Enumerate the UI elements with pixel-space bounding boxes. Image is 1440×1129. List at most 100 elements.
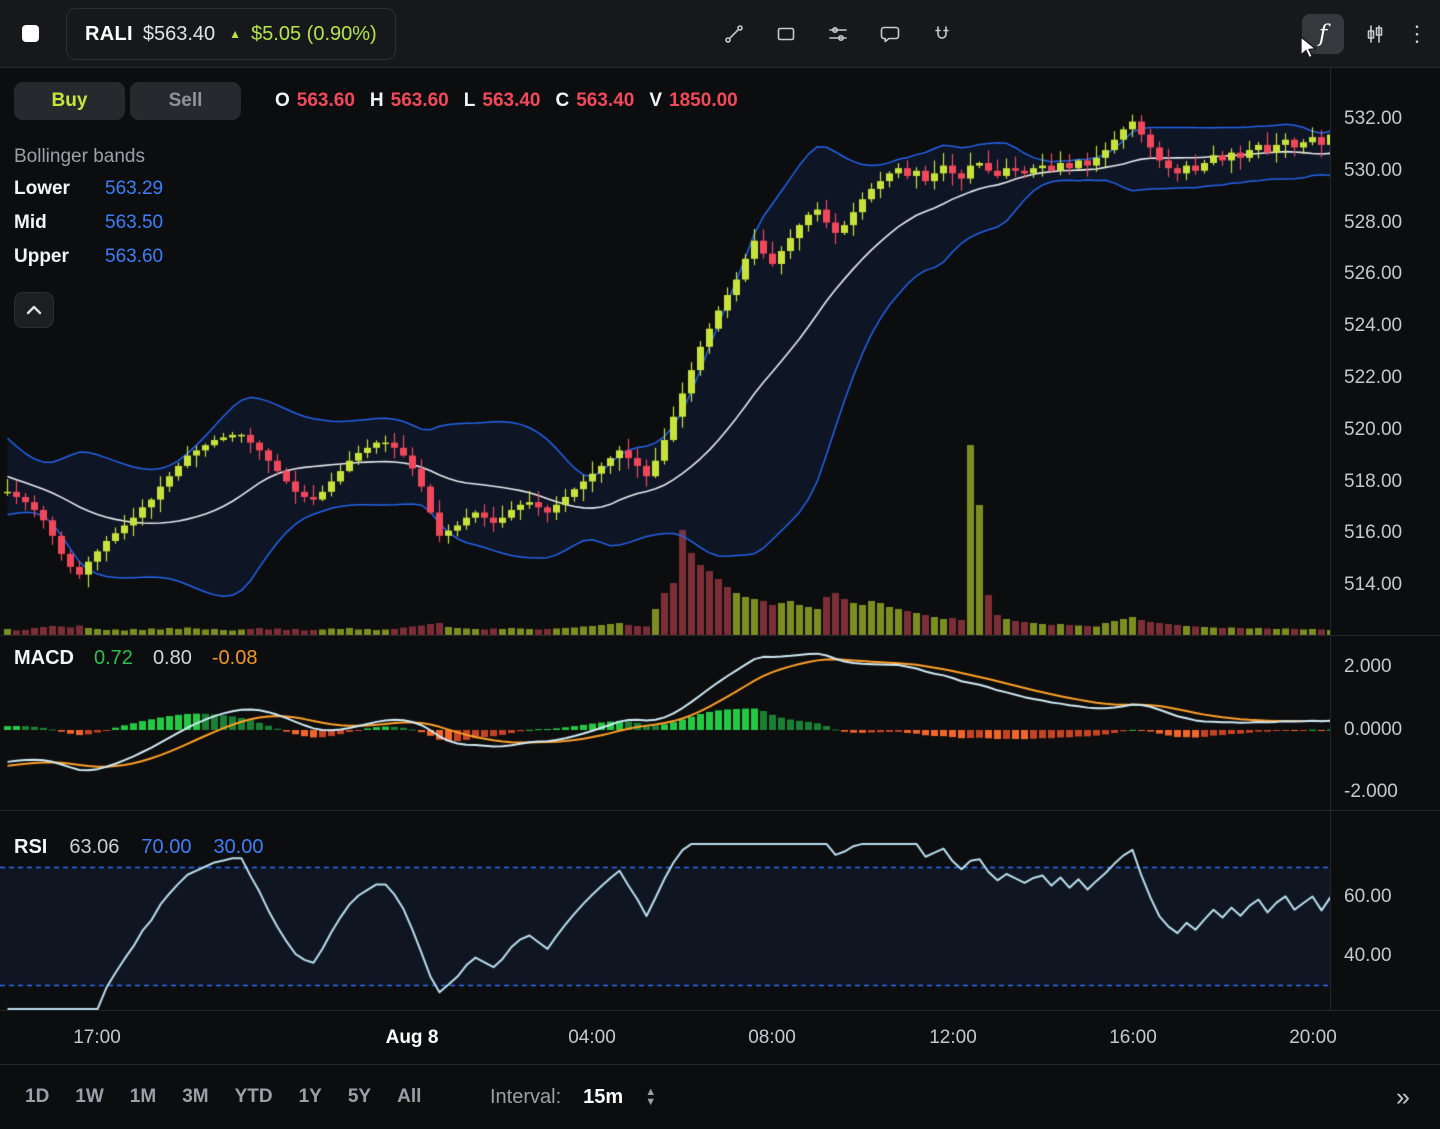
volume-label: V (649, 90, 662, 112)
price-tick: 530.00 (1344, 160, 1402, 182)
close-value: 563.40 (576, 90, 634, 112)
time-label: 17:00 (73, 1027, 121, 1049)
macd-panel-separator (0, 635, 1440, 636)
macd-tick: -2.000 (1344, 781, 1398, 803)
symbol-price: $563.40 (143, 23, 215, 46)
range-5y-button[interactable]: 5Y (339, 1080, 380, 1114)
price-tick: 532.00 (1344, 108, 1402, 130)
bollinger-mid-value: 563.50 (105, 212, 163, 234)
macd-tick: 2.000 (1344, 656, 1392, 678)
drawing-toolbar (715, 0, 961, 67)
range-selector: 1D 1W 1M 3M YTD 1Y 5Y All (16, 1080, 430, 1114)
low-value: 563.40 (482, 90, 540, 112)
range-3m-button[interactable]: 3M (173, 1080, 217, 1114)
trade-buttons: Buy Sell (14, 82, 241, 120)
price-tick: 520.00 (1344, 419, 1402, 441)
bollinger-mid-row: Mid 563.50 (14, 206, 163, 240)
bollinger-legend: Bollinger bands Lower 563.29 Mid 563.50 … (14, 146, 163, 274)
bollinger-mid-label: Mid (14, 212, 105, 234)
price-tick: 526.00 (1344, 263, 1402, 285)
comment-tool-button[interactable] (871, 15, 909, 53)
macd-tick: 0.0000 (1344, 719, 1402, 741)
interval-label: Interval: (490, 1086, 561, 1109)
macd-title: MACD (14, 647, 74, 670)
range-1d-button[interactable]: 1D (16, 1080, 58, 1114)
comment-icon (879, 23, 901, 45)
time-label: 04:00 (568, 1027, 616, 1049)
range-1m-button[interactable]: 1M (121, 1080, 165, 1114)
rsi-oversold-value: 30.00 (213, 836, 263, 859)
time-label: 08:00 (748, 1027, 796, 1049)
rsi-overbought-value: 70.00 (141, 836, 191, 859)
high-value: 563.60 (391, 90, 449, 112)
up-triangle-icon: ▲ (229, 27, 241, 41)
bollinger-lower-value: 563.29 (105, 178, 163, 200)
sell-button[interactable]: Sell (130, 82, 241, 120)
range-all-button[interactable]: All (388, 1080, 430, 1114)
close-label: C (556, 90, 570, 112)
open-value: 563.60 (297, 90, 355, 112)
footer-bar: 1D 1W 1M 3M YTD 1Y 5Y All Interval: 15m … (0, 1065, 1440, 1129)
price-tick: 516.00 (1344, 522, 1402, 544)
symbol-name: RALI (85, 23, 133, 46)
more-menu-button[interactable]: ⋮ (1406, 21, 1426, 47)
interval-stepper[interactable]: ▲ ▼ (645, 1088, 656, 1107)
main-chart-canvas[interactable] (0, 68, 1330, 1013)
bollinger-upper-value: 563.60 (105, 246, 163, 268)
magnet-icon (931, 23, 953, 45)
trendline-tool-button[interactable] (715, 15, 753, 53)
rsi-title: RSI (14, 836, 47, 859)
price-tick: 522.00 (1344, 367, 1402, 389)
rsi-value: 63.06 (69, 836, 119, 859)
magnet-tool-button[interactable] (923, 15, 961, 53)
right-toolbar: f ⋮ (1302, 0, 1426, 67)
range-1y-button[interactable]: 1Y (290, 1080, 331, 1114)
buy-button[interactable]: Buy (14, 82, 125, 120)
candles-icon (1364, 23, 1386, 45)
macd-legend: MACD 0.72 0.80 -0.08 (14, 647, 257, 670)
open-label: O (275, 90, 290, 112)
bollinger-lower-label: Lower (14, 178, 105, 200)
bollinger-upper-label: Upper (14, 246, 105, 268)
price-tick: 518.00 (1344, 471, 1402, 493)
footer-separator (0, 1064, 1440, 1065)
interval-control: Interval: 15m ▲ ▼ (490, 1086, 656, 1109)
time-label: 16:00 (1109, 1027, 1157, 1049)
stop-square-icon (22, 25, 39, 42)
high-label: H (370, 90, 384, 112)
top-toolbar: RALI $563.40 ▲ $5.05 (0.90%) f (0, 0, 1440, 68)
rsi-tick: 60.00 (1344, 886, 1392, 908)
range-ytd-button[interactable]: YTD (226, 1080, 282, 1114)
collapse-panel-button[interactable] (14, 292, 54, 328)
price-axis-separator (1330, 68, 1331, 1010)
expand-panel-button[interactable]: » (1382, 1077, 1424, 1117)
symbol-chip[interactable]: RALI $563.40 ▲ $5.05 (0.90%) (66, 8, 396, 60)
macd-histogram-value: -0.08 (212, 647, 258, 670)
rectangle-icon (775, 23, 797, 45)
formula-indicators-button[interactable]: f (1302, 14, 1344, 54)
price-tick: 514.00 (1344, 574, 1402, 596)
time-label: 12:00 (929, 1027, 977, 1049)
stop-button[interactable] (0, 0, 60, 67)
volume-value: 1850.00 (669, 90, 738, 112)
chart-style-button[interactable] (1356, 15, 1394, 53)
trading-app: RALI $563.40 ▲ $5.05 (0.90%) f (0, 0, 1440, 1129)
bollinger-title: Bollinger bands (14, 146, 163, 168)
time-label: 20:00 (1289, 1027, 1337, 1049)
bollinger-lower-row: Lower 563.29 (14, 172, 163, 206)
range-1w-button[interactable]: 1W (66, 1080, 113, 1114)
price-tick: 524.00 (1344, 315, 1402, 337)
low-label: L (464, 90, 476, 112)
macd-value: 0.72 (94, 647, 133, 670)
stepper-down-icon: ▼ (645, 1098, 656, 1107)
rsi-panel-separator (0, 810, 1440, 811)
rsi-legend: RSI 63.06 70.00 30.00 (14, 836, 264, 859)
interval-value[interactable]: 15m (583, 1086, 623, 1109)
bollinger-upper-row: Upper 563.60 (14, 240, 163, 274)
time-label: Aug 8 (386, 1027, 439, 1049)
price-tick: 528.00 (1344, 212, 1402, 234)
ohlcv-readout: O 563.60 H 563.60 L 563.40 C 563.40 V 1850.00 (275, 90, 738, 112)
rectangle-tool-button[interactable] (767, 15, 805, 53)
trendline-icon (723, 23, 745, 45)
indicator-settings-button[interactable] (819, 15, 857, 53)
